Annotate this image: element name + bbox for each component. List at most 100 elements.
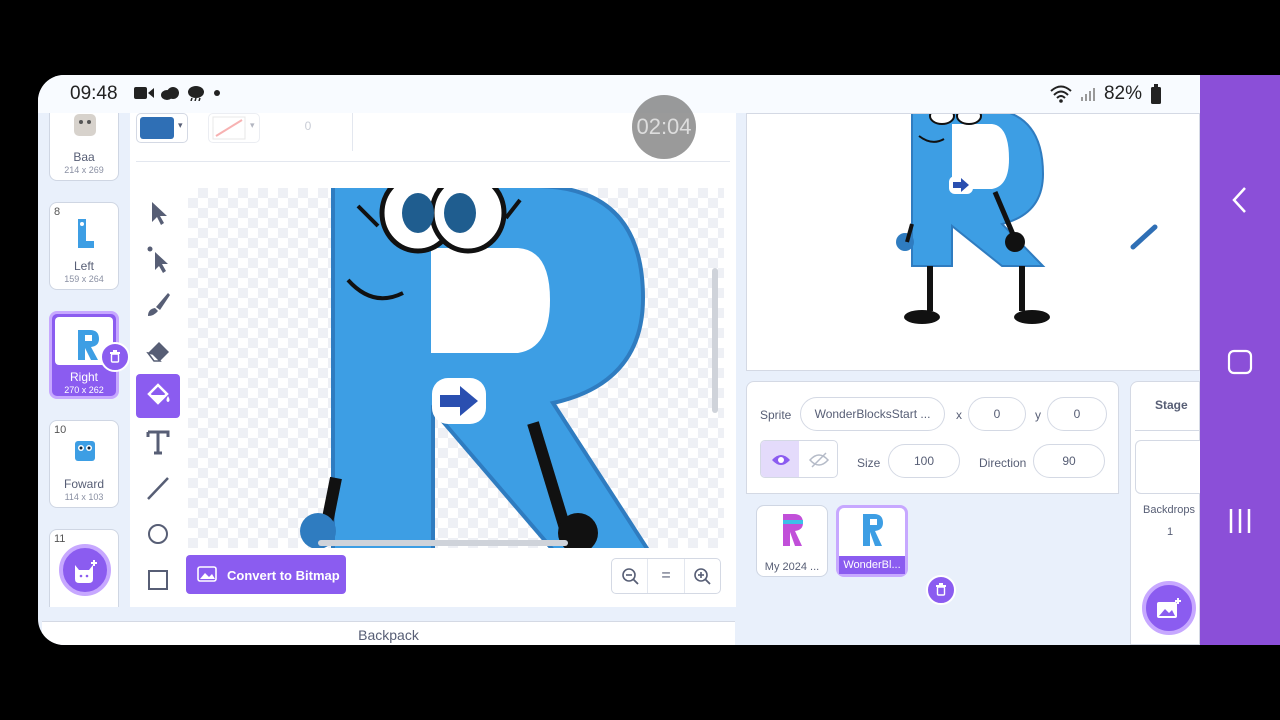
choose-backdrop-button[interactable]: [1142, 581, 1196, 635]
baa-thumbnail: [74, 114, 96, 136]
text-icon: [146, 430, 170, 455]
trash-icon: [110, 350, 120, 363]
reshape-icon: [147, 246, 168, 273]
image-add-icon: [1157, 598, 1181, 618]
zoom-out-button[interactable]: [612, 559, 649, 593]
backdrop-thumbnail[interactable]: [1135, 440, 1200, 494]
toolbar-divider: [352, 113, 353, 151]
image-icon: [197, 566, 217, 582]
rectangle-tool[interactable]: [136, 558, 180, 602]
x-input[interactable]: 0: [968, 397, 1026, 431]
zoom-reset-button[interactable]: =: [648, 559, 685, 593]
eye-slash-icon: [809, 452, 829, 468]
sprite-name: My 2024 ...: [764, 561, 820, 573]
line-icon: [147, 477, 169, 500]
eraser-icon: [146, 342, 169, 362]
size-input[interactable]: 100: [888, 444, 960, 478]
eye-icon: [772, 455, 790, 465]
choose-costume-button[interactable]: [59, 544, 111, 596]
costume-tile-left[interactable]: 8 Left 159 x 264: [49, 202, 119, 290]
status-right: 82%: [1050, 83, 1162, 105]
home-nav-button[interactable]: [1200, 349, 1280, 380]
recents-icon: [1229, 509, 1251, 533]
direction-input[interactable]: 90: [1033, 444, 1105, 478]
chevron-left-icon: [1232, 187, 1246, 213]
weather-icon: [188, 86, 204, 101]
brush-tool[interactable]: [136, 283, 180, 327]
zoom-in-button[interactable]: [685, 559, 720, 593]
stage-divider: [1135, 430, 1200, 431]
costume-list[interactable]: Baa 214 x 269 8 Left 159 x 264 9 Right 2…: [38, 113, 130, 607]
wifi-icon: [1050, 85, 1072, 103]
no-color-icon: [212, 116, 246, 140]
text-tool[interactable]: [136, 420, 180, 464]
sprite-pane: Sprite WonderBlocksStart ... x 0 y 0 Siz…: [746, 381, 1119, 645]
costume-tile-foward[interactable]: 10 Foward 114 x 103: [49, 420, 119, 508]
left-thumbnail: [78, 219, 94, 248]
direction-label: Direction: [979, 456, 1027, 470]
sprite-name: WonderBl...: [843, 559, 901, 571]
chevron-down-icon: ▾: [250, 120, 255, 130]
costume-name: Foward: [63, 477, 104, 491]
foward-thumbnail: [75, 441, 95, 461]
letter-r-costume-art: [300, 188, 718, 548]
costume-tile-baa[interactable]: Baa 214 x 269: [49, 113, 119, 181]
cat-add-icon: [75, 560, 97, 583]
reshape-tool[interactable]: [136, 237, 180, 281]
size-label: Size: [857, 456, 881, 470]
zoom-in-icon: [694, 568, 711, 585]
recents-nav-button[interactable]: [1200, 507, 1280, 540]
recording-timer: 02:04: [632, 95, 696, 159]
back-nav-button[interactable]: [1200, 185, 1280, 220]
status-bar: 09:48 82%: [38, 75, 1200, 113]
show-sprite-button[interactable]: [761, 441, 799, 477]
trash-icon: [936, 583, 946, 596]
notification-dot-icon: [214, 90, 220, 96]
y-label: y: [1035, 408, 1041, 422]
convert-button-label: Convert to Bitmap: [227, 568, 340, 583]
outline-color-picker[interactable]: ▾: [208, 113, 260, 143]
status-time: 09:48: [70, 83, 118, 104]
hide-sprite-button[interactable]: [799, 441, 837, 477]
chevron-down-icon: ▾: [178, 120, 183, 130]
battery-icon: [1151, 84, 1161, 104]
backdrops-count: 1: [1167, 526, 1174, 538]
status-icons: [134, 85, 222, 101]
delete-sprite-button[interactable]: [926, 575, 956, 605]
costume-size: 159 x 264: [64, 274, 104, 284]
delete-costume-button[interactable]: [100, 342, 130, 372]
sprite-tile-wonderblocks[interactable]: WonderBl...: [836, 505, 908, 577]
stage-sprite-art: [896, 114, 1158, 324]
signal-icon: [1080, 88, 1095, 101]
circle-tool[interactable]: [136, 512, 180, 556]
costume-size: 270 x 262: [64, 385, 104, 395]
eraser-tool[interactable]: [136, 329, 180, 373]
convert-to-bitmap-button[interactable]: Convert to Bitmap: [186, 555, 346, 594]
fill-color-swatch: [140, 117, 174, 139]
costume-size: 214 x 269: [64, 165, 104, 175]
toolbar-separator: [136, 161, 730, 162]
backpack-bar[interactable]: Backpack: [42, 621, 735, 645]
costume-name: Left: [73, 259, 94, 273]
fill-tool[interactable]: [136, 374, 180, 418]
system-nav-bar: [1200, 75, 1280, 645]
outline-width-input[interactable]: 0: [278, 113, 338, 143]
drawing-canvas[interactable]: [188, 188, 724, 548]
stage-title: Stage: [1155, 398, 1188, 412]
x-label: x: [956, 408, 962, 422]
select-tool[interactable]: [136, 191, 180, 235]
sprite-name-input[interactable]: WonderBlocksStart ...: [800, 397, 945, 431]
sprite-tile-my-2024[interactable]: My 2024 ...: [756, 505, 828, 577]
stage-preview[interactable]: [746, 113, 1200, 371]
visibility-toggle: [760, 440, 838, 478]
costume-size: 114 x 103: [64, 492, 104, 502]
line-tool[interactable]: [136, 466, 180, 510]
fill-color-picker[interactable]: ▾: [136, 113, 188, 143]
circle-icon: [148, 524, 168, 544]
costume-name: Baa: [73, 150, 95, 164]
zoom-out-icon: [621, 568, 639, 585]
costume-number: 11: [54, 533, 66, 545]
y-input[interactable]: 0: [1047, 397, 1107, 431]
tablet-screen: 09:48 82% Baa 214 x 269 8 Left 159 x 264: [38, 75, 1200, 645]
cloud-icon: [161, 87, 179, 100]
